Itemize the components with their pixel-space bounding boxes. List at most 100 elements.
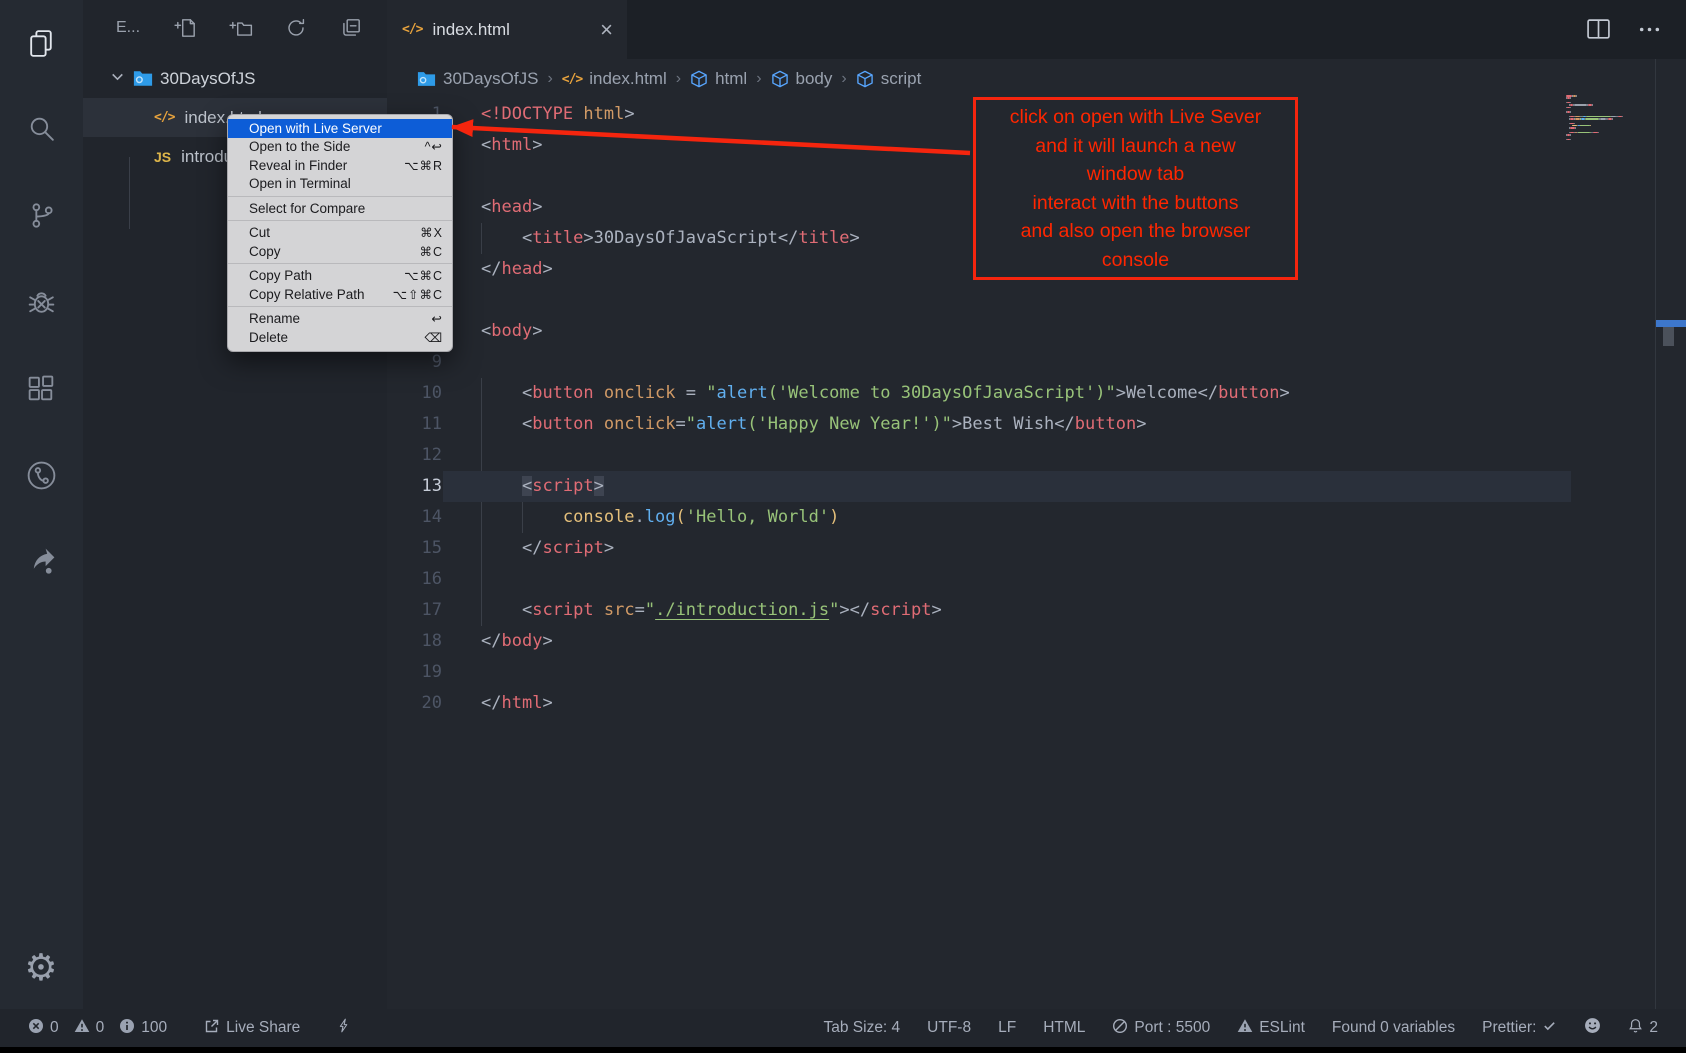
- activity-bar: ⚙: [0, 0, 83, 1009]
- search-icon[interactable]: [17, 105, 65, 153]
- line-text: <!DOCTYPE html>: [481, 99, 635, 130]
- line-text: </html>: [481, 688, 553, 719]
- menu-item-select-for-compare[interactable]: Select for Compare: [228, 199, 452, 218]
- line-text: console.log('Hello, World'): [481, 502, 839, 533]
- menu-item-shortcut: ⌘C: [419, 244, 443, 259]
- chevron-down-icon: [109, 68, 126, 90]
- code-line-15[interactable]: 15 </script>: [387, 533, 1686, 564]
- status-item-live-share[interactable]: Live Share: [204, 1018, 300, 1039]
- menu-item-shortcut: ⌥⇧⌘C: [393, 287, 443, 302]
- status-item-0[interactable]: 0: [74, 1018, 105, 1039]
- refresh-icon[interactable]: [284, 16, 308, 40]
- close-icon[interactable]: ×: [600, 19, 613, 41]
- html-file-icon: </>: [402, 22, 422, 37]
- extensions-icon[interactable]: [17, 365, 65, 413]
- status-item-lf[interactable]: LF: [998, 1019, 1016, 1037]
- minimap[interactable]: [1566, 95, 1654, 149]
- status-item-eslint[interactable]: ESLint: [1237, 1018, 1305, 1039]
- menu-item-copy-relative-path[interactable]: Copy Relative Path⌥⇧⌘C: [228, 285, 452, 304]
- breadcrumb-item-html[interactable]: html: [690, 69, 747, 89]
- code-line-17[interactable]: 17 <script src="./introduction.js"></scr…: [387, 595, 1686, 626]
- overview-ruler-marker: [1656, 320, 1686, 327]
- live-share-icon[interactable]: [17, 537, 65, 585]
- menu-item-reveal-in-finder[interactable]: Reveal in Finder⌥⌘R: [228, 156, 452, 175]
- check-icon: [1542, 1018, 1557, 1038]
- breadcrumb-item-script[interactable]: script: [856, 69, 922, 89]
- menu-item-copy[interactable]: Copy ⌘C: [228, 242, 452, 261]
- source-control-icon[interactable]: [17, 191, 65, 239]
- menu-item-label: Reveal in Finder: [249, 158, 347, 173]
- menu-item-open-with-live-server[interactable]: Open with Live Server: [228, 119, 452, 138]
- info-icon: [119, 1018, 135, 1039]
- more-actions-icon[interactable]: [1637, 17, 1662, 42]
- menu-item-cut[interactable]: Cut⌘X: [228, 224, 452, 243]
- status-item-100[interactable]: 100: [119, 1018, 167, 1039]
- warning-icon: [1237, 1018, 1253, 1039]
- split-editor-icon[interactable]: [1586, 17, 1611, 42]
- line-number: 17: [387, 595, 442, 626]
- menu-item-label: Select for Compare: [249, 201, 365, 216]
- menu-item-open-to-the-side[interactable]: Open to the Side^↩: [228, 138, 452, 157]
- explorer-icon[interactable]: [17, 19, 65, 67]
- status-item-html[interactable]: HTML: [1043, 1019, 1085, 1037]
- status-item-utf-8[interactable]: UTF-8: [927, 1019, 971, 1037]
- code-line-14[interactable]: 14 console.log('Hello, World'): [387, 502, 1686, 533]
- line-text: <head>: [481, 192, 542, 223]
- code-line-18[interactable]: 18</body>: [387, 626, 1686, 657]
- menu-item-copy-path[interactable]: Copy Path⌥⌘C: [228, 267, 452, 286]
- tab-label: index.html: [432, 20, 509, 40]
- code-line-9[interactable]: 9: [387, 347, 1686, 378]
- status-item-2[interactable]: 2: [1628, 1017, 1658, 1039]
- breadcrumb-item-30daysofjs[interactable]: 30DaysOfJS: [417, 69, 538, 89]
- settings-gear-icon[interactable]: ⚙: [17, 943, 65, 991]
- status-item-label: 2: [1649, 1019, 1658, 1037]
- code-line-20[interactable]: 20</html>: [387, 688, 1686, 719]
- status-item-bolt[interactable]: [337, 1017, 351, 1039]
- new-folder-icon[interactable]: [229, 16, 253, 40]
- share-icon: [204, 1018, 220, 1039]
- status-item-label: Live Share: [226, 1019, 300, 1037]
- tree-item-folder[interactable]: 30DaysOfJS: [83, 59, 387, 98]
- code-line-7[interactable]: 7: [387, 285, 1686, 316]
- annotation-line: interact with the buttons: [980, 189, 1291, 218]
- collapse-all-icon[interactable]: [339, 16, 363, 40]
- tab-index-html[interactable]: </> index.html ×: [387, 0, 627, 59]
- menu-item-rename[interactable]: Rename↩: [228, 310, 452, 329]
- line-number: 16: [387, 564, 442, 595]
- status-bar: 00 100 Live Share Tab Size: 4 UTF-8 LF HTML Po…: [0, 1009, 1686, 1047]
- breadcrumb-item-index-html[interactable]: </>index.html: [562, 69, 667, 89]
- status-item-prettier[interactable]: Prettier:: [1482, 1018, 1557, 1038]
- menu-item-shortcut: ⌫: [424, 330, 443, 345]
- status-item-found-0-variables[interactable]: Found 0 variables: [1332, 1019, 1455, 1037]
- code-line-19[interactable]: 19: [387, 657, 1686, 688]
- line-number: 11: [387, 409, 442, 440]
- code-line-13[interactable]: 13 <script>: [387, 471, 1686, 502]
- code-line-16[interactable]: 16: [387, 564, 1686, 595]
- code-line-8[interactable]: 8<body>: [387, 316, 1686, 347]
- annotation-line: click on open with Live Sever: [980, 103, 1291, 132]
- menu-item-label: Cut: [249, 225, 270, 240]
- line-text: <button onclick="alert('Happy New Year!'…: [481, 409, 1146, 440]
- git-graph-icon[interactable]: [17, 451, 65, 499]
- menu-item-delete[interactable]: Delete⌫: [228, 328, 452, 347]
- breadcrumb-item-body[interactable]: body: [771, 69, 833, 89]
- line-text: </script>: [481, 533, 614, 564]
- run-debug-icon[interactable]: [17, 278, 65, 326]
- status-item-smiley[interactable]: [1584, 1017, 1601, 1039]
- status-item-port-5500[interactable]: Port : 5500: [1112, 1018, 1210, 1039]
- new-file-icon[interactable]: [174, 16, 198, 40]
- line-text: <title>30DaysOfJavaScript</title>: [481, 223, 860, 254]
- code-line-12[interactable]: 12: [387, 440, 1686, 471]
- line-number: 12: [387, 440, 442, 471]
- menu-item-label: Copy: [249, 244, 281, 259]
- editor-actions: [1586, 0, 1662, 59]
- status-item-label: Found 0 variables: [1332, 1019, 1455, 1037]
- status-item-tab-size-4[interactable]: Tab Size: 4: [823, 1019, 900, 1037]
- menu-item-open-in-terminal[interactable]: Open in Terminal: [228, 175, 452, 194]
- code-line-11[interactable]: 11 <button onclick="alert('Happy New Yea…: [387, 409, 1686, 440]
- scrollbar-thumb[interactable]: [1663, 327, 1674, 346]
- status-item-label: ESLint: [1259, 1019, 1305, 1037]
- code-line-10[interactable]: 10 <button onclick = "alert('Welcome to …: [387, 378, 1686, 409]
- status-right: Tab Size: 4 UTF-8 LF HTML Port : 5500 ESLint F…: [823, 1017, 1658, 1039]
- status-item-0[interactable]: 0: [28, 1018, 59, 1039]
